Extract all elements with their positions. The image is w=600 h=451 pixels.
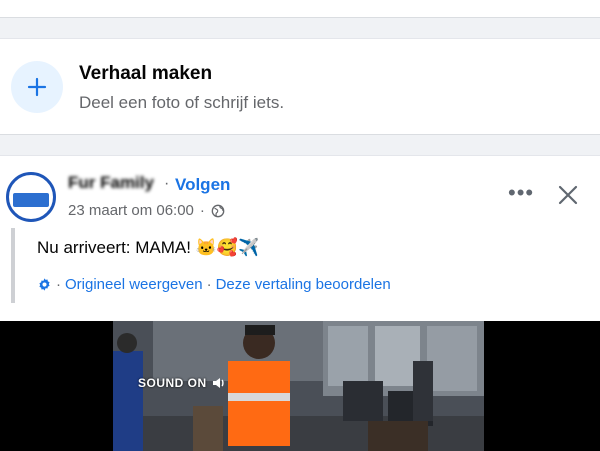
separator-dot: · <box>206 276 212 293</box>
video-player[interactable]: SOUND ON <box>0 321 600 451</box>
post-text: Nu arriveert: MAMA! 🐱🥰✈️ <box>37 238 260 257</box>
story-subtitle: Deel een foto of schrijf iets. <box>79 93 285 112</box>
feed-post: Fur Family · Volgen 23 maart om 06:00 · … <box>0 155 600 451</box>
speaker-icon <box>212 378 224 388</box>
translation-quote-bar <box>11 228 15 303</box>
previous-card <box>0 0 600 18</box>
globe-icon <box>211 204 225 217</box>
separator-dot: · <box>199 202 205 219</box>
avatar[interactable] <box>6 172 56 222</box>
plus-icon[interactable] <box>11 61 63 113</box>
sound-on-indicator[interactable]: SOUND ON <box>138 375 227 391</box>
create-story-card[interactable]: Verhaal maken Deel een foto of schrijf i… <box>0 38 600 135</box>
more-options-icon[interactable]: ••• <box>508 182 534 204</box>
follow-button[interactable]: Volgen <box>175 175 230 195</box>
video-watermark <box>405 361 460 406</box>
show-original-link[interactable]: Origineel weergeven <box>65 276 203 293</box>
rate-translation-link[interactable]: Deze vertaling beoordelen <box>216 276 391 293</box>
sound-on-label: SOUND ON <box>138 376 207 390</box>
post-timestamp[interactable]: 23 maart om 06:00 <box>68 202 194 219</box>
story-title[interactable]: Verhaal maken <box>79 63 212 85</box>
separator-dot: · <box>56 276 61 293</box>
gear-icon <box>39 278 50 291</box>
post-author[interactable]: Fur Family <box>68 173 154 193</box>
separator-dot: · <box>164 175 170 192</box>
close-icon[interactable] <box>555 182 581 208</box>
post-meta: 23 maart om 06:00 · <box>68 202 225 219</box>
translation-row: · Origineel weergeven · Deze vertaling b… <box>37 276 391 293</box>
